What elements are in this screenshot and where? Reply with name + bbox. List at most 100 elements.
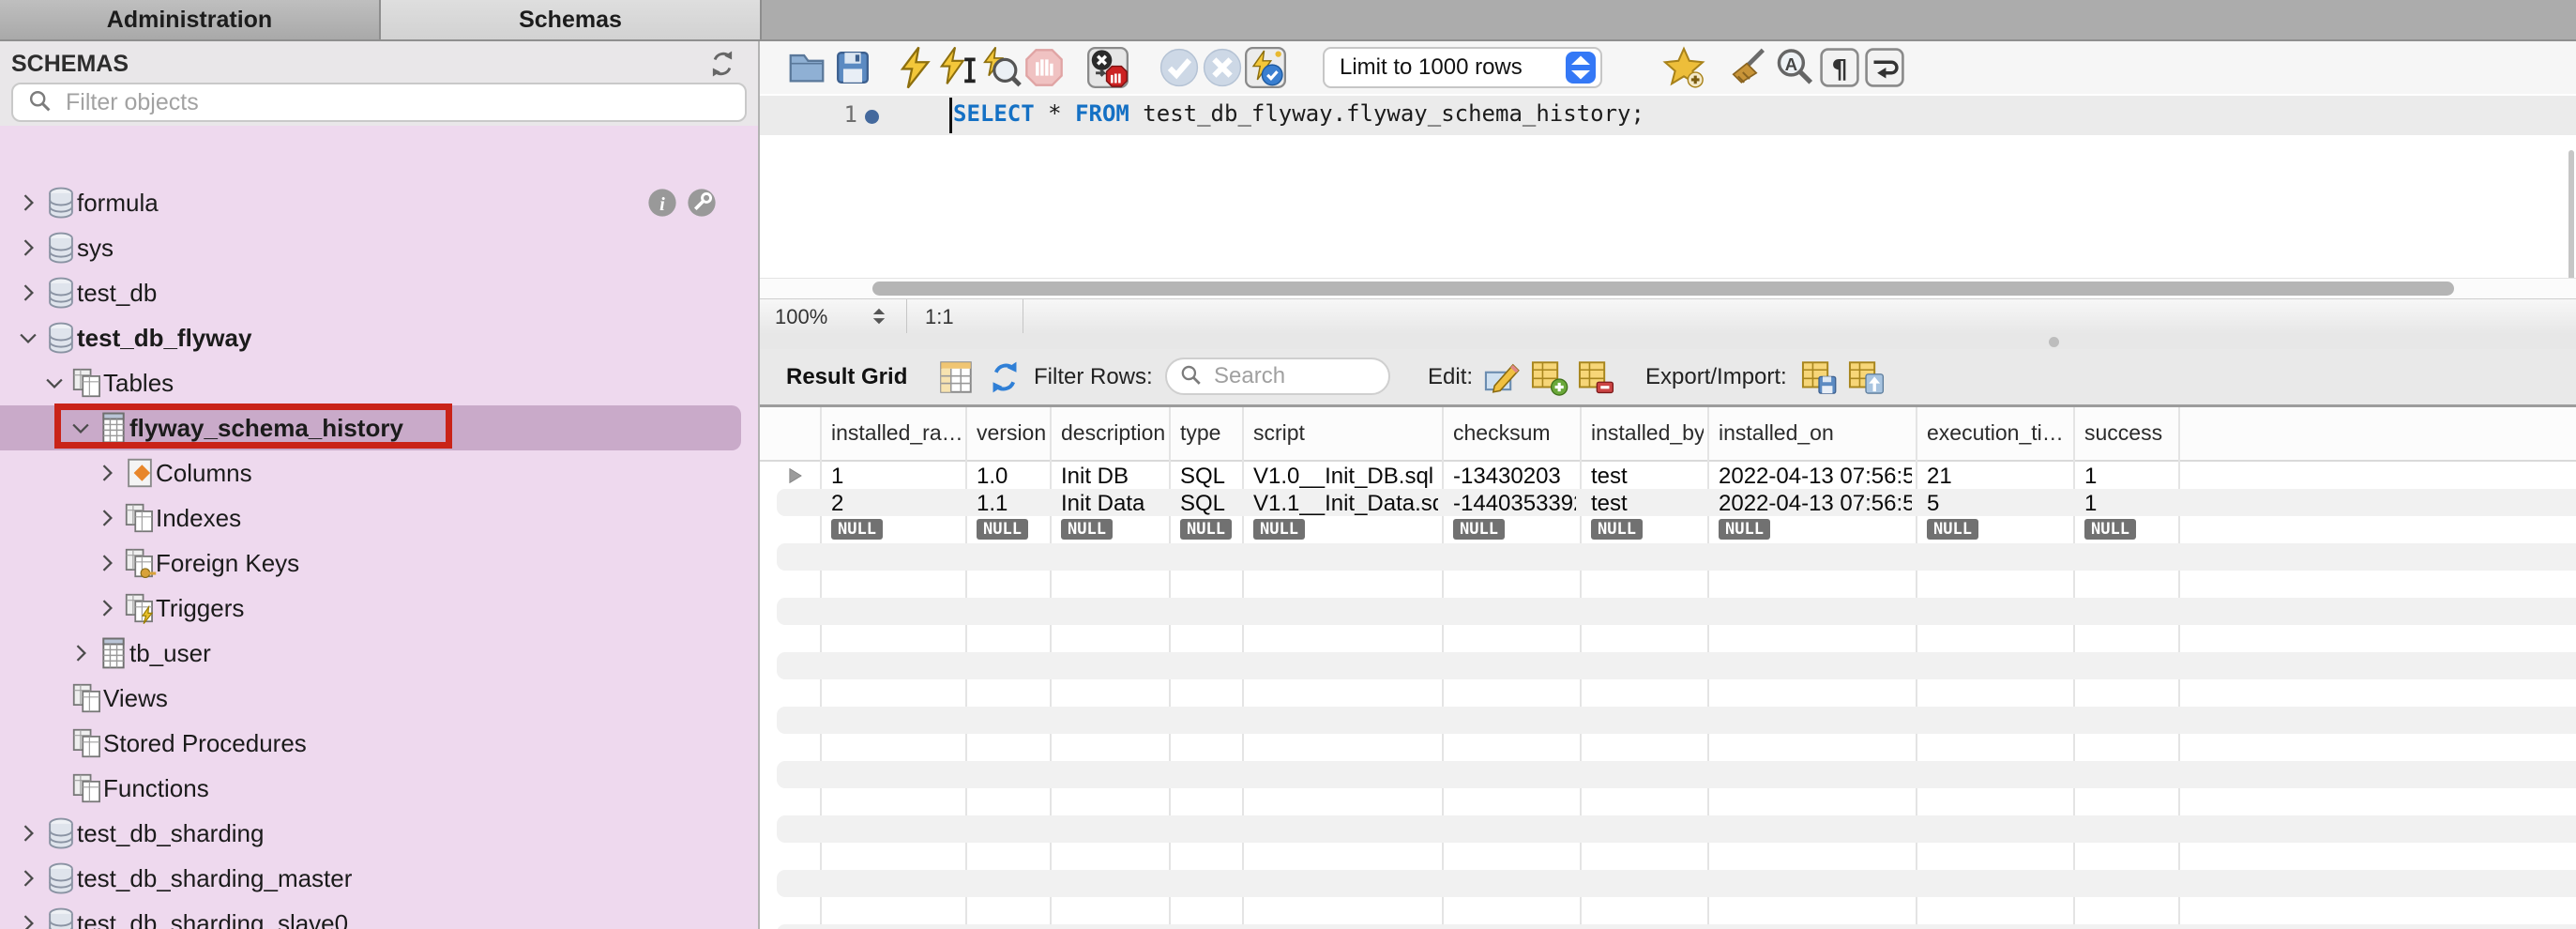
tree-item-test-db-sharding-master[interactable]: test_db_sharding_master (0, 856, 760, 901)
result-search-input[interactable] (1212, 362, 1366, 390)
column-header-execution-ti-[interactable]: execution_ti… (1927, 420, 2069, 446)
sql-code-editor[interactable]: 1 SELECT * FROM test_db_flyway.flyway_sc… (760, 94, 2576, 278)
save-script-icon[interactable] (831, 46, 874, 89)
beautify-icon[interactable] (1728, 46, 1771, 89)
column-header-script[interactable]: script (1253, 420, 1438, 446)
column-header-installed-by[interactable]: installed_by (1591, 420, 1704, 446)
chevron-right-icon[interactable] (94, 595, 120, 621)
filter-objects-input[interactable] (64, 88, 745, 117)
export-records-icon[interactable] (1799, 358, 1839, 397)
zoom-stepper-icon[interactable] (869, 304, 889, 328)
execute-icon[interactable] (893, 46, 936, 89)
column-header-installed-ra-[interactable]: installed_ra… (831, 420, 962, 446)
delete-record-icon[interactable] (1576, 358, 1615, 397)
grid-cell[interactable]: 1.1 (977, 491, 1046, 517)
grid-cell[interactable]: 2 (831, 491, 962, 517)
chevron-down-icon[interactable] (15, 325, 41, 351)
row-limit-select[interactable]: Limit to 1000 rows (1323, 47, 1602, 88)
tab-schemas[interactable]: Schemas (381, 0, 762, 39)
column-header-version[interactable]: version (977, 420, 1046, 446)
null-value-badge[interactable]: NULL (1061, 519, 1113, 540)
column-header-installed-on[interactable]: installed_on (1719, 420, 1912, 446)
stop-on-error-icon[interactable] (1086, 46, 1129, 89)
null-value-badge[interactable]: NULL (1591, 519, 1643, 540)
wrench-icon[interactable] (685, 186, 719, 220)
add-record-icon[interactable] (1529, 358, 1568, 397)
null-value-badge[interactable]: NULL (1719, 519, 1770, 540)
grid-cell[interactable]: 5 (1927, 491, 2069, 517)
grid-row-new-null[interactable]: NULL NULL NULL NULL NULL NULL NULL NULL NULL NULL (777, 516, 2576, 543)
open-script-icon[interactable] (785, 46, 828, 89)
edit-record-icon[interactable] (1482, 358, 1522, 397)
chevron-right-icon[interactable] (68, 640, 94, 666)
tree-item-functions[interactable]: Functions (0, 766, 760, 811)
column-header-success[interactable]: success (2084, 420, 2174, 446)
tree-item-test-db-sharding-slave0[interactable]: test_db_sharding_slave0 (0, 901, 760, 929)
tree-item-test-db-flyway[interactable]: test_db_flyway (0, 315, 760, 360)
null-value-badge[interactable]: NULL (1253, 519, 1305, 540)
null-value-badge[interactable]: NULL (831, 519, 883, 540)
tree-item-stored-procedures[interactable]: Stored Procedures (0, 721, 760, 766)
column-header-type[interactable]: type (1180, 420, 1238, 446)
tree-item-test-db-sharding[interactable]: test_db_sharding (0, 811, 760, 856)
chevron-right-icon[interactable] (15, 190, 41, 216)
null-value-badge[interactable]: NULL (1453, 519, 1505, 540)
autocommit-icon[interactable] (1244, 46, 1287, 89)
import-records-icon[interactable] (1846, 358, 1886, 397)
editor-result-splitter[interactable] (760, 333, 2576, 349)
null-value-badge[interactable]: NULL (1927, 519, 1978, 540)
wrap-text-icon[interactable] (1863, 46, 1906, 89)
grid-cell[interactable]: 1 (2084, 491, 2174, 517)
tree-item-views[interactable]: Views (0, 676, 760, 721)
commit-icon[interactable] (1158, 46, 1201, 89)
null-value-badge[interactable]: NULL (1180, 519, 1232, 540)
grid-cell[interactable]: V1.0__Init_DB.sql (1253, 464, 1438, 490)
chevron-right-icon[interactable] (15, 865, 41, 891)
save-snippet-icon[interactable] (1662, 46, 1705, 89)
chevron-right-icon[interactable] (15, 910, 41, 929)
grid-row-2[interactable]: 2 1.1 Init Data SQL V1.1__Init_Data.sql -1440… (777, 489, 2576, 516)
grid-cell[interactable]: 21 (1927, 464, 2069, 490)
tree-item-indexes[interactable]: Indexes (0, 495, 760, 541)
explain-plan-icon[interactable] (979, 46, 1023, 89)
tree-item-foreign-keys[interactable]: Foreign Keys (0, 541, 760, 586)
editor-horizontal-scrollbar[interactable] (760, 278, 2576, 299)
grid-cell[interactable]: -13430203 (1453, 464, 1576, 490)
column-header-description[interactable]: description (1061, 420, 1165, 446)
grid-cell[interactable]: SQL (1180, 464, 1238, 490)
chevron-down-icon[interactable] (41, 370, 68, 396)
chevron-right-icon[interactable] (15, 280, 41, 306)
scrollbar-thumb[interactable] (872, 282, 2454, 296)
null-value-badge[interactable]: NULL (2084, 519, 2136, 540)
result-grid-icon[interactable] (936, 358, 976, 397)
grid-cell[interactable]: Init Data (1061, 491, 1165, 517)
grid-cell[interactable]: test (1591, 464, 1704, 490)
tree-item-test-db[interactable]: test_db (0, 270, 760, 315)
execute-current-icon[interactable] (936, 46, 979, 89)
grid-cell[interactable]: 1.0 (977, 464, 1046, 490)
grid-row-1[interactable]: 1 1.0 Init DB SQL V1.0__Init_DB.sql -13430203… (777, 462, 2576, 489)
splitter-handle[interactable] (2049, 337, 2059, 347)
stop-icon[interactable] (1023, 46, 1066, 89)
tree-item-columns[interactable]: Columns (0, 450, 760, 495)
grid-cell[interactable]: SQL (1180, 491, 1238, 517)
refresh-icon[interactable] (985, 358, 1024, 397)
tree-item-formula[interactable]: formulai (0, 180, 760, 225)
chevron-right-icon[interactable] (15, 235, 41, 261)
grid-cell[interactable]: test (1591, 491, 1704, 517)
tab-administration[interactable]: Administration (0, 0, 381, 39)
column-header-checksum[interactable]: checksum (1453, 420, 1576, 446)
rollback-icon[interactable] (1201, 46, 1244, 89)
grid-cell[interactable]: 2022-04-13 07:56:56 (1719, 491, 1912, 517)
grid-cell[interactable]: 1 (2084, 464, 2174, 490)
tree-item-triggers[interactable]: Triggers (0, 586, 760, 631)
chevron-right-icon[interactable] (94, 460, 120, 486)
info-icon[interactable]: i (645, 186, 679, 220)
grid-cell[interactable]: V1.1__Init_Data.sql (1253, 491, 1438, 517)
chevron-right-icon[interactable] (15, 820, 41, 846)
tree-item-sys[interactable]: sys (0, 225, 760, 270)
grid-cell[interactable]: Init DB (1061, 464, 1165, 490)
grid-cell[interactable]: -1440353392 (1453, 491, 1576, 517)
grid-cell[interactable]: 1 (831, 464, 962, 490)
null-value-badge[interactable]: NULL (977, 519, 1028, 540)
